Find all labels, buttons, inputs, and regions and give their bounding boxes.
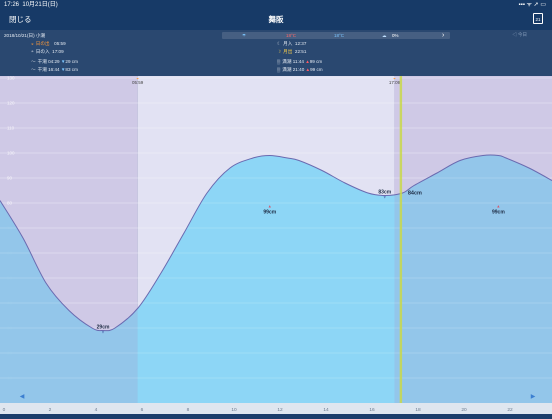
high-tide-icon: ▒ (277, 59, 281, 64)
high-temp: 18°C (334, 33, 345, 38)
calendar-icon[interactable]: 21 (533, 13, 543, 24)
date-tide-label: 2018/10/21(日) 小潮 (4, 33, 46, 38)
sunrise-marker-label: 05:59 (132, 80, 144, 85)
page-title: 舞阪 (268, 15, 284, 24)
rain-chance: 0% (392, 33, 399, 38)
high-tide-row-1: ▒ 満潮 11:44 ▲99 cm (277, 59, 323, 64)
tide-chart-svg[interactable]: 102030405060708090100110120130◒05:59◒17:… (0, 76, 552, 414)
x-tick-label: 0 (3, 407, 6, 413)
x-tick-label: 2 (49, 407, 52, 413)
x-tick-label: 22 (507, 407, 513, 413)
today-button[interactable]: ◁ 今日 (512, 32, 527, 38)
high-tide-label: 99cm (263, 210, 276, 216)
chart-next-arrow-icon[interactable]: ▶ (531, 394, 536, 400)
moonset-row: ☾ 月入 12:37 (277, 41, 307, 46)
x-tick-label: 8 (187, 407, 190, 413)
umbrella-icon: ☂ (242, 33, 247, 38)
x-tick-label: 14 (323, 407, 329, 413)
x-tick-label: 10 (231, 407, 237, 413)
high-tide-marker-icon: ▲ (268, 204, 272, 209)
high-tide-marker-icon: ▲ (496, 204, 500, 209)
moonrise-row: ☽ 月出 22:51 (277, 49, 307, 54)
forward-arrow-icon[interactable]: › (442, 32, 444, 39)
status-time: 17:26 10月21日(日) (4, 2, 58, 8)
high-tide-label: 99cm (492, 210, 505, 216)
high-tide-icon: ▒ (277, 67, 281, 72)
sunrise-icon: ◒ (31, 41, 34, 46)
tide-chart[interactable]: 102030405060708090100110120130◒05:59◒17:… (0, 76, 552, 414)
sunset-marker-label: 17:09 (389, 80, 401, 85)
low-temp: 18°C (286, 33, 297, 38)
status-bar: 17:26 10月21日(日) ▪▪▪ ᯤ ➚ ▭ (0, 0, 552, 10)
current-time-line (399, 76, 403, 403)
sunset-row: ◓ 日の入 17:09 (31, 49, 64, 54)
low-tide-row-2: 〜干潮 16:44 ▼83 cm (31, 67, 78, 72)
nav-bar: 閉じる 舞阪 21 (0, 10, 552, 30)
moonrise-icon: ☽ (277, 49, 282, 54)
sunrise-row: ◒ 日の出 05:59 (31, 41, 66, 46)
x-axis-band (0, 403, 552, 414)
low-tide-icon: 〜 (31, 67, 36, 72)
x-tick-label: 6 (141, 407, 144, 413)
tide-info-panel: 2018/10/21(日) 小潮 ☂ 18°C 18°C ☁ 0% › ◁ 今日… (0, 30, 552, 76)
x-tick-label: 4 (95, 407, 98, 413)
low-tide-label: 83cm (378, 190, 391, 196)
chart-prev-arrow-icon[interactable]: ◀ (20, 394, 25, 400)
sunset-icon: ◓ (31, 49, 34, 54)
low-tide-icon: 〜 (31, 59, 36, 64)
low-tide-row-1: 〜干潮 04:29 ▼29 cm (31, 59, 78, 64)
x-tick-label: 18 (415, 407, 421, 413)
cloud-icon: ☁ (382, 33, 387, 38)
status-icons: ▪▪▪ ᯤ ➚ ▭ (518, 2, 546, 8)
x-tick-label: 20 (461, 407, 467, 413)
low-tide-label: 29cm (97, 325, 110, 331)
moonset-icon: ☾ (277, 41, 282, 46)
weather-bar[interactable]: ☂ 18°C 18°C ☁ 0% › (222, 32, 450, 39)
high-tide-row-2: ▒ 満潮 21:40 ▲99 cm (277, 67, 323, 72)
current-level-label: 84cm (408, 191, 422, 197)
x-tick-label: 12 (277, 407, 283, 413)
x-tick-label: 16 (369, 407, 375, 413)
close-button[interactable]: 閉じる (9, 14, 32, 25)
